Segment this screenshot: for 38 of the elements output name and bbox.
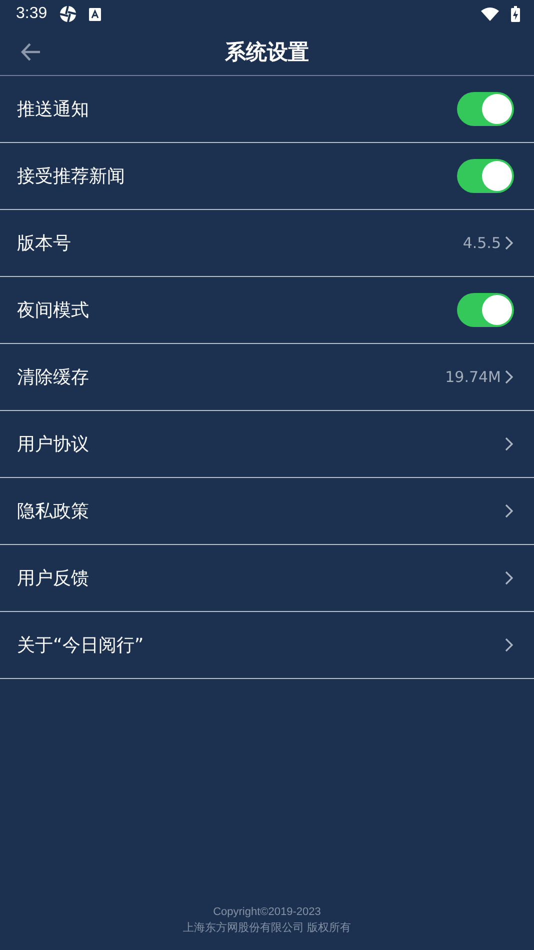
settings-row[interactable]: 接受推荐新闻 <box>0 143 534 210</box>
settings-row[interactable]: 隐私政策 <box>0 478 534 545</box>
settings-row[interactable]: 推送通知 <box>0 76 534 143</box>
status-time: 3:39 <box>16 5 48 23</box>
setting-value: 4.5.5 <box>462 234 501 252</box>
page-title: 系统设置 <box>225 38 309 66</box>
setting-label: 关于“今日阅行” <box>17 634 145 657</box>
settings-row[interactable]: 关于“今日阅行” <box>0 612 534 679</box>
copyright-text: Copyright©2019-2023 <box>213 905 321 920</box>
setting-label: 夜间模式 <box>17 299 90 322</box>
chevron-icon <box>505 504 513 518</box>
company-text: 上海东方网股份有限公司 版权所有 <box>182 920 352 936</box>
wifi-icon <box>481 7 499 21</box>
setting-value: 19.74M <box>445 368 501 386</box>
toggle-switch[interactable] <box>457 293 514 327</box>
battery-icon <box>511 6 520 22</box>
setting-label: 版本号 <box>17 232 72 255</box>
back-icon[interactable] <box>21 42 41 60</box>
setting-label: 清除缓存 <box>17 366 90 389</box>
toggle-switch[interactable] <box>457 92 514 126</box>
settings-row[interactable]: 版本号 4.5.5 <box>0 210 534 277</box>
font-icon <box>89 8 102 20</box>
chevron-icon <box>505 571 513 585</box>
settings-row[interactable]: 夜间模式 <box>0 277 534 344</box>
settings-row[interactable]: 用户反馈 <box>0 545 534 612</box>
toggle-switch[interactable] <box>457 159 514 193</box>
chevron-icon <box>505 437 513 451</box>
chevron-icon <box>505 236 513 250</box>
setting-label: 隐私政策 <box>17 500 90 523</box>
settings-row[interactable]: 清除缓存 19.74M <box>0 344 534 411</box>
settings-row[interactable]: 用户协议 <box>0 411 534 478</box>
chevron-icon <box>505 638 513 652</box>
setting-label: 用户反馈 <box>17 567 90 590</box>
setting-label: 推送通知 <box>17 98 90 121</box>
chevron-icon <box>505 370 513 384</box>
setting-label: 用户协议 <box>17 433 90 456</box>
aperture-icon <box>59 5 78 23</box>
setting-label: 接受推荐新闻 <box>17 165 126 188</box>
